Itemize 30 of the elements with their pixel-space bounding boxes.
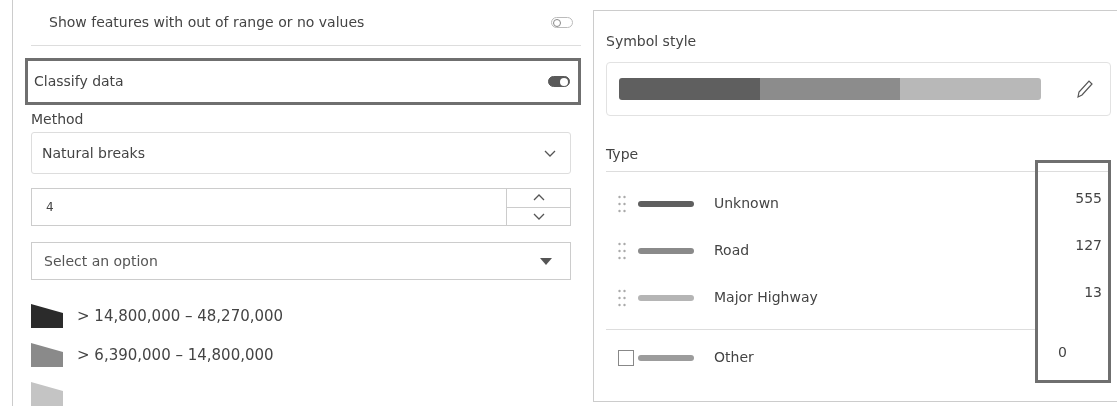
chevron-up-icon [532,194,545,202]
type-label: Road [714,241,750,260]
count-value: 0 [1058,342,1067,362]
toggle-switch[interactable] [548,76,570,87]
toggle-switch[interactable] [551,17,573,28]
type-label: Major Highway [714,288,818,307]
section-label: Symbol style [606,32,698,51]
method-dropdown[interactable]: Natural breaks [31,132,571,174]
type-label: Unknown [714,194,779,213]
number-field[interactable]: 4 [31,188,506,226]
chevron-down-icon [532,212,545,220]
symbol-style-card[interactable] [606,62,1111,116]
drag-handle-icon[interactable] [618,194,626,213]
section-label: Type [606,144,1111,172]
option-label: Classify data [34,72,124,91]
class-range: > 6,390,000 – 14,800,000 [77,344,274,366]
count-value: 13 [1084,283,1102,302]
count-value: 127 [1075,236,1102,255]
class-range: > 14,800,000 – 48,270,000 [77,305,284,327]
field-label: Method [31,110,85,129]
count-value: 555 [1075,189,1102,208]
drag-handle-icon[interactable] [618,241,626,260]
type-label: Other [714,348,754,367]
option-select[interactable]: Select an option [31,242,571,280]
pencil-icon[interactable] [1076,79,1094,99]
chevron-down-icon [544,149,556,157]
checkbox[interactable] [618,349,634,366]
dropdown-triangle-icon [540,257,552,265]
drag-handle-icon[interactable] [618,288,626,307]
option-label: Show features with out of range or no values [49,13,365,32]
